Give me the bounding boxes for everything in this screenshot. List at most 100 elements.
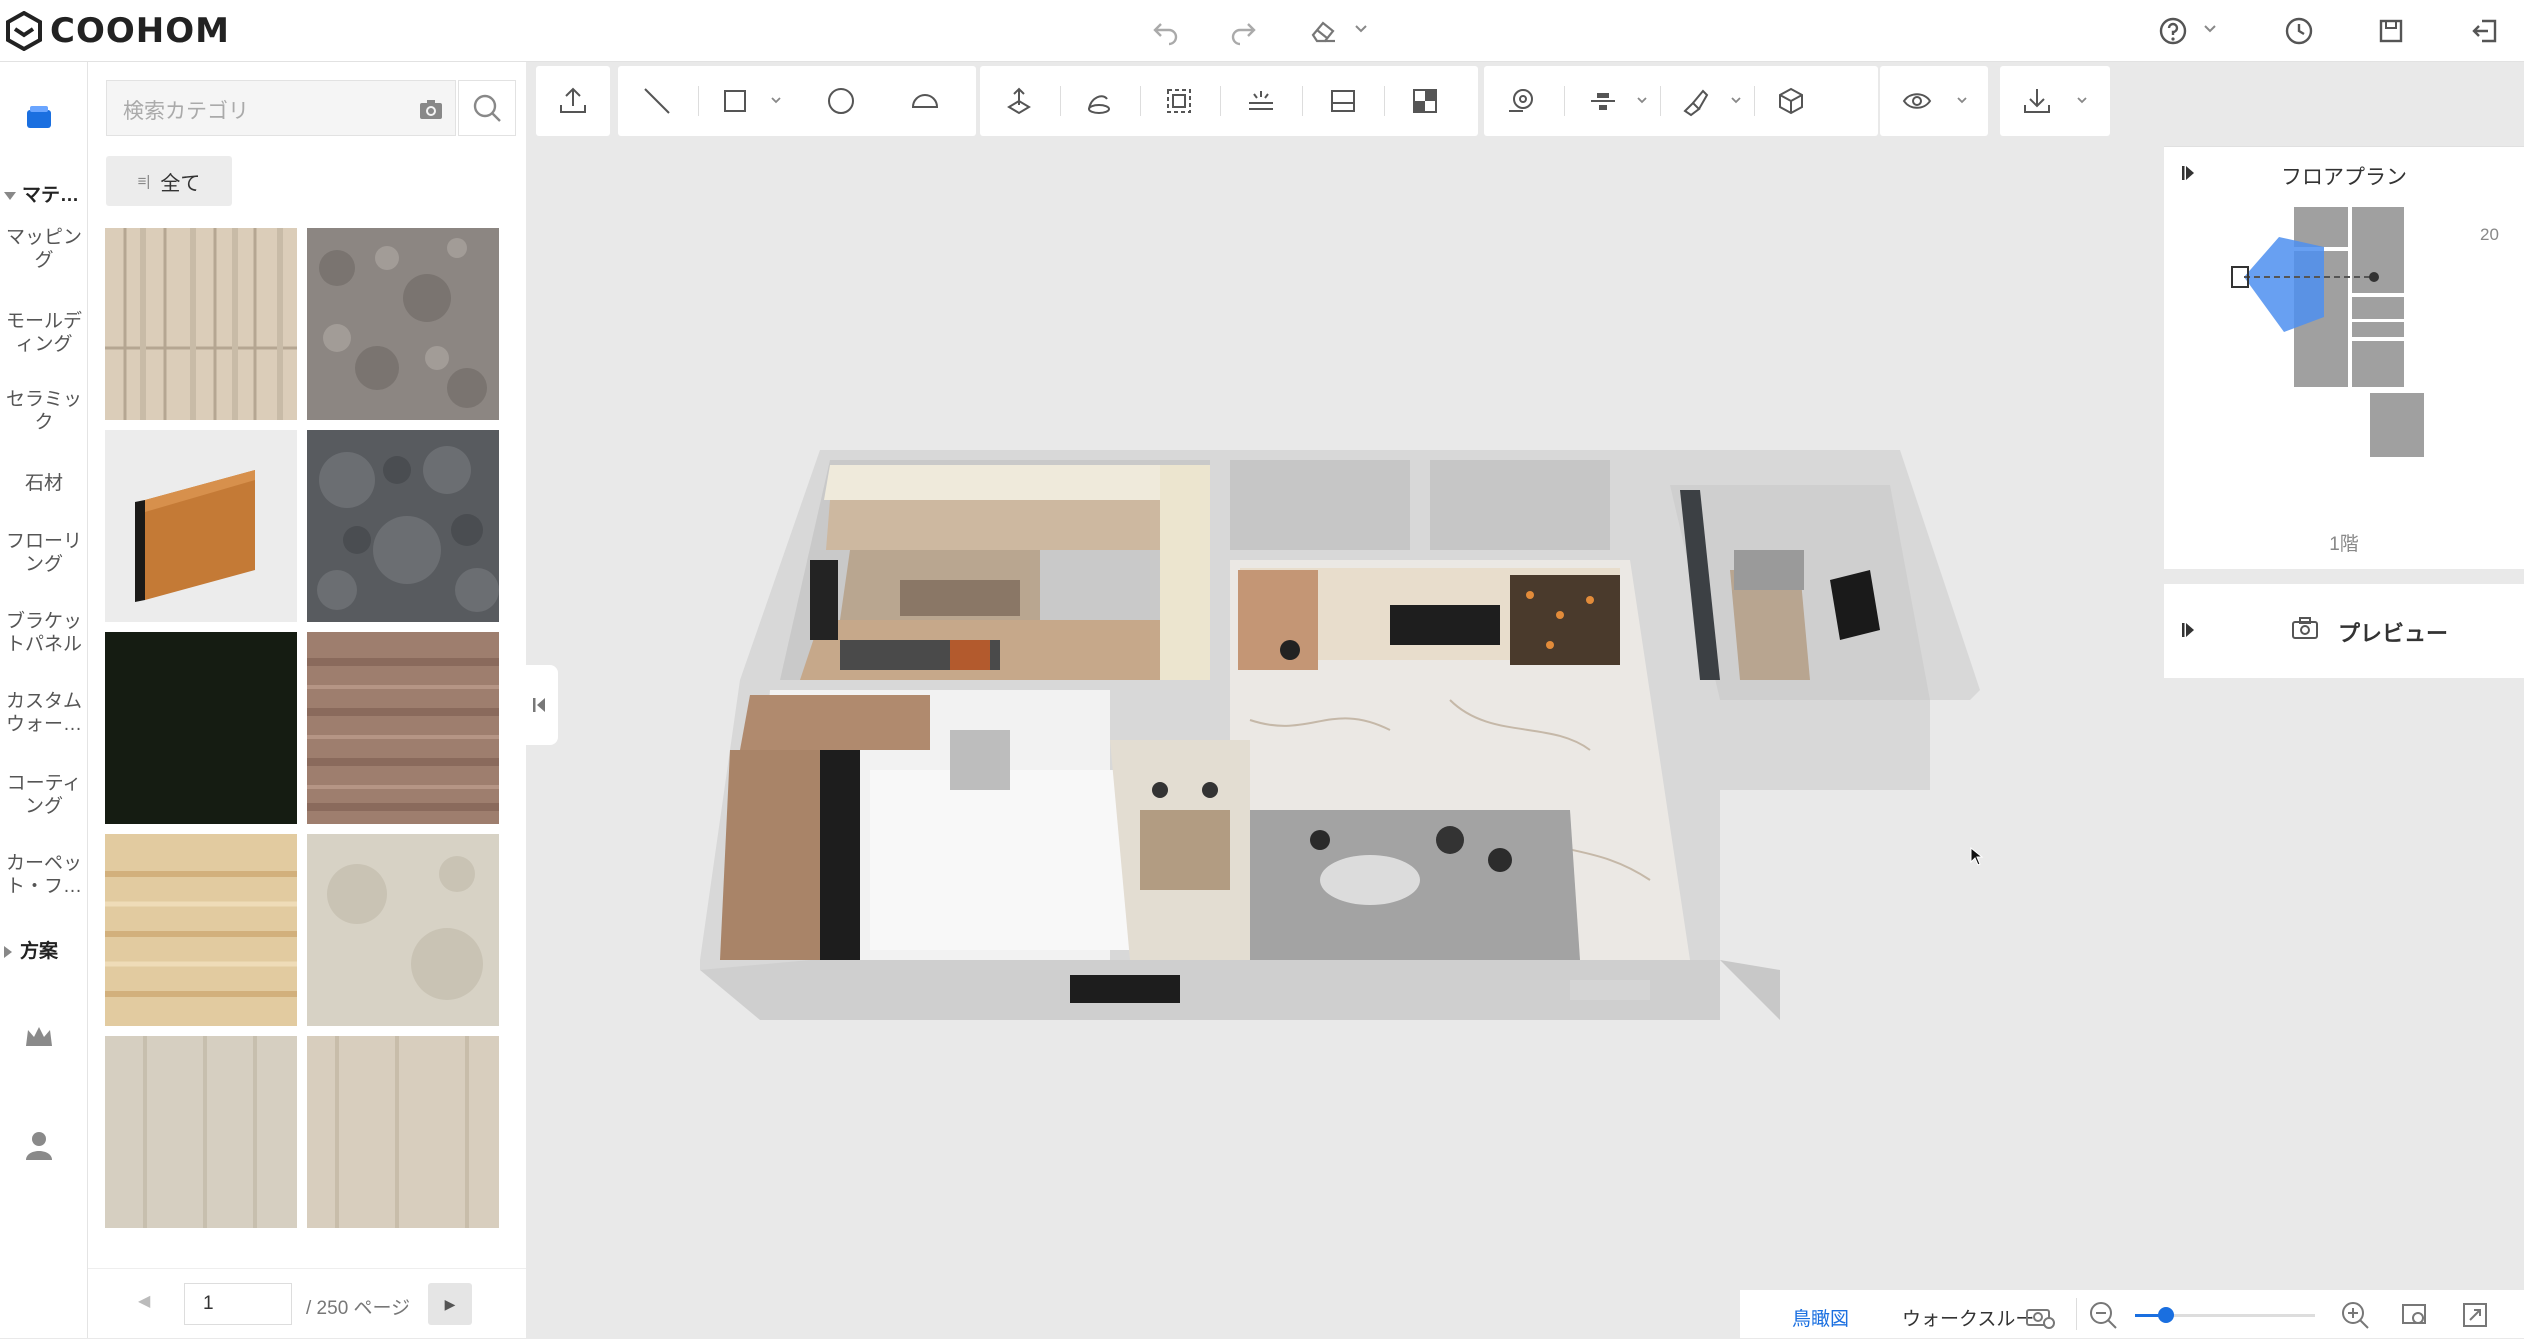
crown-icon[interactable]	[22, 1022, 56, 1052]
floor-plan-minimap[interactable]	[2224, 207, 2424, 457]
align-icon	[1591, 93, 1615, 110]
cube-icon	[1779, 87, 1803, 115]
app-logo[interactable]: COOHOM	[4, 10, 230, 52]
visibility-button[interactable]	[1900, 84, 1934, 118]
user-icon[interactable]	[22, 1128, 56, 1162]
chevron-down-icon[interactable]	[2076, 94, 2088, 106]
search-button[interactable]	[458, 80, 516, 136]
material-tile[interactable]	[307, 1036, 499, 1228]
next-page-button[interactable]: ▶	[428, 1283, 472, 1325]
chevron-down-icon[interactable]	[2203, 22, 2217, 36]
help-button[interactable]	[2154, 12, 2192, 50]
filter-all-button[interactable]: ≡| 全て	[106, 156, 232, 206]
measure-button[interactable]	[1504, 84, 1538, 118]
draw-arc-button[interactable]	[908, 84, 942, 118]
expand-panel-icon[interactable]	[2180, 620, 2198, 640]
chevron-down-icon[interactable]	[770, 94, 782, 106]
category-coating[interactable]: コーティ ング	[0, 772, 88, 818]
material-tile[interactable]	[105, 228, 297, 420]
material-tile[interactable]	[105, 1036, 297, 1228]
paint-button[interactable]	[1678, 84, 1712, 118]
toolbar-draw-group	[618, 66, 976, 136]
undo-icon	[1153, 23, 1178, 46]
paint-brush-icon	[1683, 89, 1709, 117]
zoom-slider[interactable]	[2135, 1307, 2315, 1323]
category-ceramic[interactable]: セラミック	[0, 388, 88, 434]
fullscreen-icon[interactable]	[2460, 1300, 2490, 1330]
draw-circle-button[interactable]	[824, 84, 858, 118]
eraser-button[interactable]	[1304, 12, 1342, 50]
chevron-down-icon[interactable]	[1636, 94, 1648, 106]
zoom-in-icon[interactable]	[2340, 1300, 2370, 1330]
prev-page-icon[interactable]: ◀	[138, 1291, 150, 1311]
search-box[interactable]: 検索カテゴリ	[106, 80, 456, 136]
material-icon[interactable]	[22, 100, 56, 134]
zoom-slider-handle[interactable]	[2157, 1307, 2174, 1323]
category-mapping[interactable]: マッピング	[0, 226, 88, 272]
zoom-fit-icon[interactable]	[2400, 1300, 2430, 1330]
undo-button[interactable]	[1147, 12, 1185, 50]
category-flooring[interactable]: フローリ ング	[0, 530, 88, 576]
material-tile[interactable]	[307, 834, 499, 1026]
light-strip-button[interactable]	[1244, 84, 1278, 118]
exit-icon	[2472, 19, 2497, 43]
zoom-out-icon[interactable]	[2088, 1300, 2118, 1330]
material-tile[interactable]	[307, 430, 499, 622]
panel-icon	[1331, 90, 1355, 112]
preview-panel[interactable]: プレビュー	[2164, 584, 2524, 678]
floor-level-label[interactable]: 1階	[2164, 529, 2524, 556]
chevron-down-icon[interactable]	[1956, 94, 1968, 106]
plan-group-label: 方案	[20, 941, 59, 962]
category-carpet[interactable]: カーペッ ト・フ…	[0, 852, 88, 898]
search-input[interactable]: 検索カテゴリ	[123, 95, 249, 125]
select-region-button[interactable]	[1162, 84, 1196, 118]
rectangle-icon	[724, 90, 746, 112]
camera-settings-icon[interactable]	[2024, 1302, 2056, 1330]
collapse-panel-button[interactable]	[522, 665, 558, 745]
material-tile[interactable]	[105, 430, 297, 622]
material-tile[interactable]	[105, 632, 297, 824]
logo-mark-icon	[6, 11, 42, 51]
chevron-down-icon[interactable]	[1730, 94, 1742, 106]
panel-button[interactable]	[1326, 84, 1360, 118]
model-button[interactable]	[1774, 84, 1808, 118]
category-stone[interactable]: 石材	[0, 472, 88, 495]
collapse-left-icon	[533, 698, 545, 712]
floorplan-3d-viewport[interactable]	[690, 440, 1990, 1040]
history-button[interactable]	[2280, 12, 2318, 50]
material-tile[interactable]	[105, 834, 297, 1026]
floor-plan-title: フロアプラン	[2281, 166, 2407, 189]
layout-icon	[1413, 89, 1437, 113]
page-total: / 250 ページ	[306, 1298, 411, 1319]
align-button[interactable]	[1586, 84, 1620, 118]
circle-icon	[828, 88, 854, 114]
download-button[interactable]	[2020, 84, 2054, 118]
material-tile[interactable]	[307, 228, 499, 420]
save-button[interactable]	[2372, 12, 2410, 50]
filter-icon: ≡|	[137, 172, 151, 190]
category-group-header[interactable]: マテ…	[0, 180, 88, 207]
plan-group-header[interactable]: 方案	[0, 936, 88, 963]
page-input[interactable]: 1	[184, 1283, 292, 1325]
walkthrough-view-tab[interactable]: ウォークスルー	[1902, 1304, 2034, 1331]
mouse-cursor-icon	[1970, 847, 1984, 866]
upload-icon	[560, 87, 586, 113]
import-button[interactable]	[556, 84, 590, 118]
layout-button[interactable]	[1408, 84, 1442, 118]
sweep-button[interactable]	[1082, 84, 1116, 118]
redo-button[interactable]	[1224, 12, 1262, 50]
category-custom-wall[interactable]: カスタム ウォー…	[0, 690, 88, 736]
material-tile[interactable]	[307, 632, 499, 824]
draw-rectangle-button[interactable]	[718, 84, 752, 118]
chevron-down-icon[interactable]	[1354, 22, 1368, 36]
move-face-button[interactable]	[1002, 84, 1036, 118]
push-pull-icon	[1007, 87, 1031, 115]
material-grid	[105, 228, 501, 1298]
camera-search-icon[interactable]	[417, 95, 445, 123]
draw-line-button[interactable]	[640, 84, 674, 118]
category-bracket-panel[interactable]: ブラケッ トパネル	[0, 610, 88, 656]
birdseye-view-tab[interactable]: 鳥瞰図	[1792, 1304, 1849, 1331]
category-molding[interactable]: モールデ ィング	[0, 310, 88, 356]
exit-button[interactable]	[2466, 12, 2504, 50]
toolbar-edit-group	[980, 66, 1478, 136]
